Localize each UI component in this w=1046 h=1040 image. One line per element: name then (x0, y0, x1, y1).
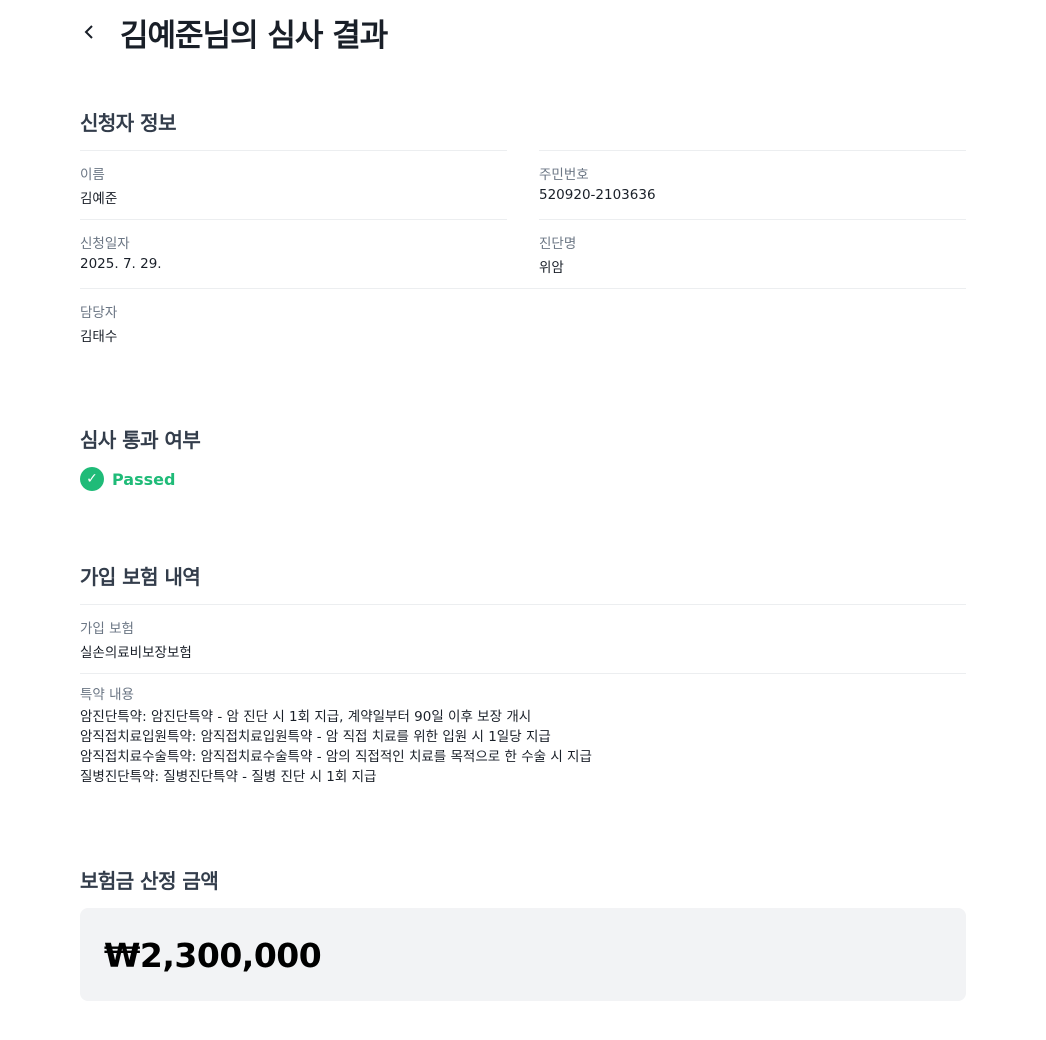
insurance-heading: 가입 보험 내역 (80, 565, 201, 589)
status-badge: ✓ Passed (80, 467, 175, 491)
field-application-date: 신청일자 2025. 7. 29. (80, 219, 507, 288)
field-value: 520920-2103636 (539, 187, 656, 203)
field-label: 가입 보험 (80, 621, 134, 637)
field-label: 담당자 (80, 305, 118, 321)
chevron-left-icon (84, 25, 93, 39)
field-resident-number: 주민번호 520920-2103636 (539, 150, 966, 219)
field-label: 주민번호 (539, 167, 589, 183)
field-label: 신청일자 (80, 236, 130, 252)
payout-amount-box: ₩2,300,000 (80, 908, 966, 1001)
review-heading: 심사 통과 여부 (80, 428, 201, 452)
field-riders: 특약 내용 암진단특약: 암진단특약 - 암 진단 시 1회 지급, 계약일부터… (80, 673, 966, 793)
status-text: Passed (112, 469, 176, 489)
check-circle-icon: ✓ (80, 467, 104, 491)
applicant-heading: 신청자 정보 (80, 111, 176, 135)
field-value: 위암 (539, 260, 564, 276)
rider-item: 암직접치료입원특약: 암직접치료입원특약 - 암 직접 치료를 위한 입원 시 … (80, 729, 551, 745)
field-label: 이름 (80, 167, 105, 183)
riders-list: 암진단특약: 암진단특약 - 암 진단 시 1회 지급, 계약일부터 90일 이… (80, 707, 592, 787)
rider-item: 암진단특약: 암진단특약 - 암 진단 시 1회 지급, 계약일부터 90일 이… (80, 709, 532, 725)
page-title: 김예준님의 심사 결과 (120, 17, 388, 54)
payout-amount: ₩2,300,000 (104, 936, 322, 975)
field-manager: 담당자 김태수 (80, 288, 966, 357)
payout-heading: 보험금 산정 금액 (80, 869, 219, 893)
field-value: 김태수 (80, 329, 118, 345)
rider-item: 암직접치료수술특약: 암직접치료수술특약 - 암의 직접적인 치료를 목적으로 … (80, 749, 592, 765)
field-diagnosis: 진단명 위암 (539, 219, 966, 288)
field-value: 2025. 7. 29. (80, 256, 162, 272)
field-value: 김예준 (80, 191, 118, 207)
field-value: 실손의료비보장보험 (80, 645, 192, 661)
field-label: 특약 내용 (80, 687, 134, 703)
rider-item: 질병진단특약: 질병진단특약 - 질병 진단 시 1회 지급 (80, 769, 377, 785)
back-button[interactable] (78, 21, 100, 43)
field-name: 이름 김예준 (80, 150, 507, 219)
field-label: 진단명 (539, 236, 577, 252)
field-product: 가입 보험 실손의료비보장보험 (80, 604, 966, 673)
